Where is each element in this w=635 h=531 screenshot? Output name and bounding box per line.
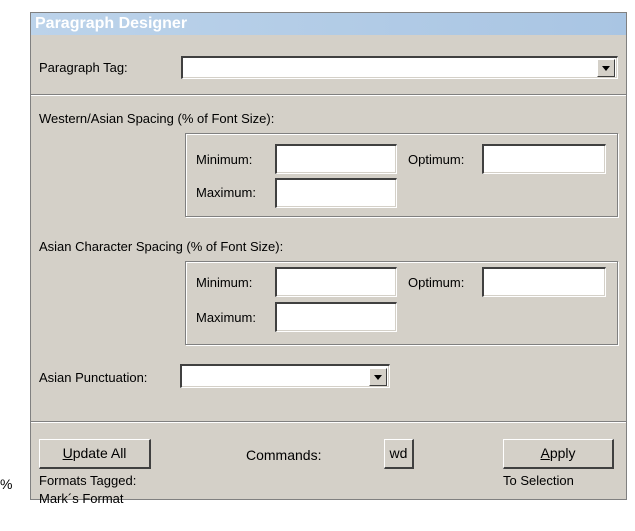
asian-punctuation-label: Asian Punctuation: [39, 370, 148, 385]
commands-label: Commands: [246, 447, 322, 463]
western-optimum-label: Optimum: [408, 152, 465, 167]
asian-optimum-input[interactable] [482, 267, 606, 297]
chevron-down-icon[interactable] [597, 59, 615, 77]
chevron-down-icon[interactable] [369, 368, 387, 386]
western-maximum-label: Maximum: [196, 185, 256, 200]
asian-minimum-label: Minimum: [196, 275, 253, 290]
paragraph-tag-dropdown[interactable] [181, 56, 618, 79]
apply-mnemonic: A [540, 445, 550, 461]
separator [31, 421, 626, 423]
commands-menu-button[interactable]: wd [384, 439, 414, 469]
paragraph-designer-window: Paragraph Designer Paragraph Tag: Wester… [30, 12, 627, 506]
apply-label: pply [549, 445, 576, 461]
western-minimum-input[interactable] [275, 144, 397, 174]
asian-optimum-label: Optimum: [408, 275, 465, 290]
western-minimum-label: Minimum: [196, 152, 253, 167]
asian-maximum-input[interactable] [275, 302, 397, 332]
western-asian-spacing-heading: Western/Asian Spacing (% of Font Size): [39, 111, 275, 126]
formats-tagged-label: Formats Tagged: [39, 473, 137, 488]
stray-percent-text: % [0, 476, 13, 492]
formats-tagged-value: Mark´s Format [39, 491, 124, 506]
asian-character-spacing-heading: Asian Character Spacing (% of Font Size)… [39, 239, 284, 254]
asian-maximum-label: Maximum: [196, 310, 256, 325]
asian-punctuation-dropdown[interactable] [180, 364, 390, 388]
apply-button[interactable]: Apply [503, 439, 614, 469]
update-all-button[interactable]: Update All [39, 439, 151, 469]
update-all-label: pdate All [72, 445, 127, 461]
separator [31, 94, 626, 96]
update-all-mnemonic: U [62, 445, 73, 461]
paragraph-tag-label: Paragraph Tag: [39, 60, 128, 75]
western-maximum-input[interactable] [275, 178, 397, 208]
apply-scope-label: To Selection [503, 473, 574, 488]
western-optimum-input[interactable] [482, 144, 606, 174]
asian-minimum-input[interactable] [275, 267, 397, 297]
window-title: Paragraph Designer [31, 13, 626, 35]
